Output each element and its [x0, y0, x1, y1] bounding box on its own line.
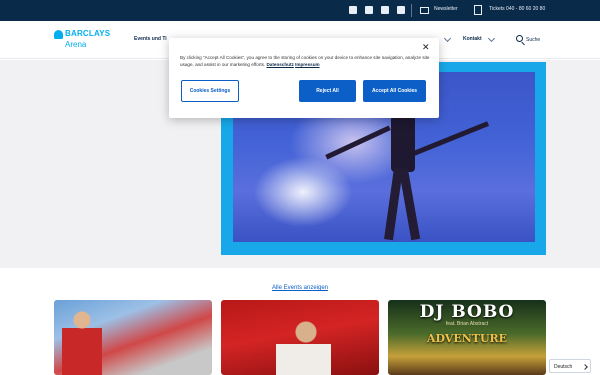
- eagle-logo-icon: [54, 30, 63, 39]
- search-icon[interactable]: [516, 35, 523, 42]
- accept-all-cookies-button[interactable]: Accept All Cookies: [363, 80, 426, 102]
- nav-item-events[interactable]: Events und Ti: [134, 36, 167, 42]
- nav-item-kontakt[interactable]: Kontakt: [463, 36, 482, 42]
- chevron-down-icon[interactable]: [487, 34, 496, 43]
- logo-brand: BARCLAYS: [65, 29, 111, 38]
- tickets-phone-link[interactable]: Tickets 040 - 80 60 20 80: [489, 6, 545, 12]
- x-icon[interactable]: [381, 6, 389, 14]
- close-icon[interactable]: ✕: [422, 42, 430, 53]
- search-label[interactable]: Suche: [526, 37, 540, 43]
- event-card[interactable]: [221, 300, 379, 375]
- event-title: DJ BOBO: [419, 302, 515, 322]
- event-card[interactable]: DJ BOBO feat. Brian Abstract ADVENTURE: [388, 300, 546, 375]
- cookie-text: By clicking “Accept All Cookies”, you ag…: [180, 54, 430, 68]
- chevron-down-icon[interactable]: [443, 34, 452, 43]
- logo-sub: Arena: [65, 40, 87, 49]
- event-card[interactable]: [54, 300, 212, 375]
- divider: [411, 4, 412, 17]
- cookies-settings-button[interactable]: Cookies Settings: [181, 80, 239, 102]
- chevron-right-icon: [582, 363, 588, 370]
- reject-all-button[interactable]: Reject All: [299, 80, 356, 102]
- tiktok-icon[interactable]: [397, 6, 405, 14]
- privacy-link[interactable]: Datenschutz: [266, 62, 293, 67]
- event-subtitle: feat. Brian Abstract: [445, 321, 489, 327]
- imprint-link[interactable]: Impressum: [295, 62, 320, 67]
- event-image: [276, 318, 331, 375]
- all-events-link[interactable]: Alle Events anzeigen: [0, 285, 600, 291]
- newsletter-link[interactable]: Newsletter: [434, 6, 458, 12]
- top-bar: Newsletter Tickets 040 - 80 60 20 80: [0, 0, 600, 21]
- cookie-consent-dialog: ✕ By clicking “Accept All Cookies”, you …: [169, 38, 439, 118]
- mail-icon[interactable]: [420, 7, 429, 14]
- facebook-icon[interactable]: [349, 6, 357, 14]
- event-image: [62, 310, 102, 375]
- language-label: Deutsch: [554, 364, 573, 370]
- event-show-title: ADVENTURE: [426, 332, 508, 345]
- language-selector[interactable]: Deutsch: [549, 359, 591, 373]
- ticket-icon[interactable]: [474, 5, 482, 15]
- instagram-icon[interactable]: [365, 6, 373, 14]
